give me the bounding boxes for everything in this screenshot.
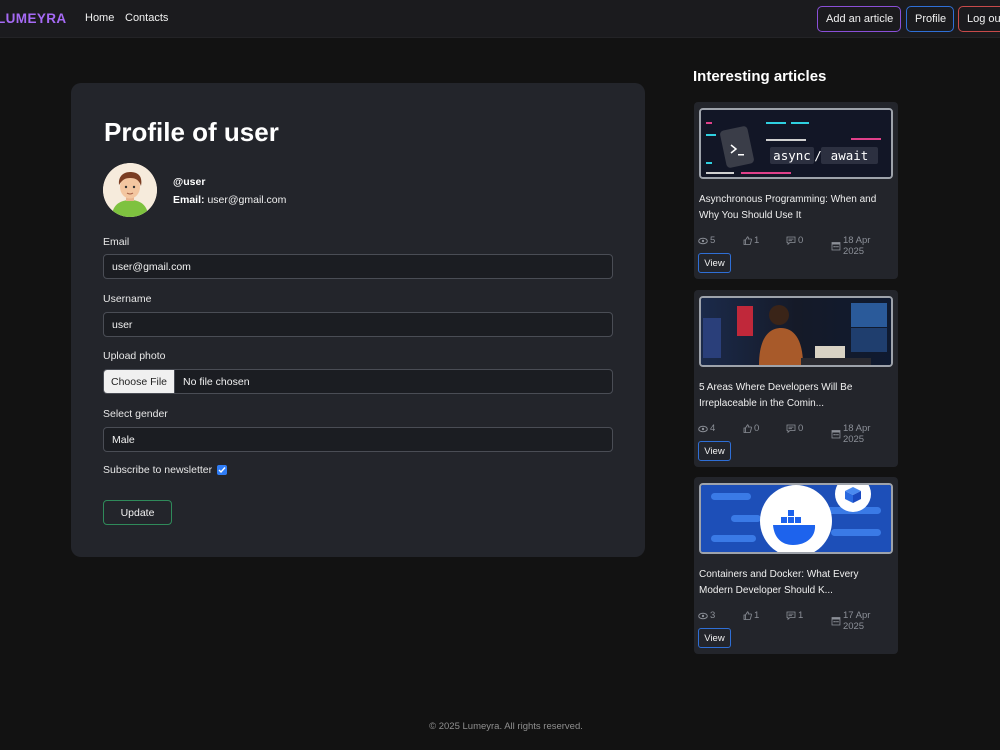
calendar-icon [831, 617, 841, 626]
likes-value: 1 [754, 235, 760, 246]
newsletter-row: Subscribe to newsletter [103, 464, 228, 476]
user-email-line: Email: user@gmail.com [173, 194, 286, 206]
comments-value: 0 [798, 423, 804, 434]
views-value: 3 [710, 610, 716, 621]
view-button[interactable]: View [698, 253, 731, 273]
nav-link-contacts[interactable]: Contacts [125, 12, 168, 24]
views-count: 4 [698, 423, 715, 434]
thumbs-up-icon [743, 424, 752, 433]
user-email-label: Email: [173, 194, 205, 206]
article-thumbnail[interactable] [699, 296, 893, 367]
view-button[interactable]: View [698, 441, 731, 461]
date: 17 Apr 2025 [831, 610, 894, 632]
brand-logo[interactable]: LUMEYRA [0, 11, 67, 26]
add-article-button[interactable]: Add an article [817, 6, 901, 32]
file-status: No file chosen [183, 375, 250, 388]
thumb-word-await: await [830, 148, 869, 163]
choose-file-button[interactable]: Choose File [104, 370, 175, 393]
avatar [103, 163, 157, 217]
profile-button[interactable]: Profile [906, 6, 954, 32]
username-field-value: user [112, 318, 133, 331]
calendar-icon [831, 242, 841, 251]
article-card: async / await Asynchronous Programming: … [694, 102, 898, 279]
comments-value: 1 [798, 610, 804, 621]
thumbs-up-icon [743, 611, 752, 620]
newsletter-checkbox[interactable] [217, 465, 228, 475]
upload-photo-input[interactable]: Choose File No file chosen [103, 369, 613, 394]
views-count: 5 [698, 235, 715, 246]
page-title: Profile of user [104, 117, 279, 147]
eye-icon [698, 425, 708, 432]
article-thumbnail[interactable] [699, 483, 893, 554]
comments-value: 0 [798, 235, 804, 246]
docker-whale-thumbnail [701, 485, 891, 552]
eye-icon [698, 612, 708, 619]
comment-icon [786, 236, 796, 245]
gender-select-value: Male [112, 433, 135, 446]
user-handle: @user [173, 176, 206, 188]
view-button[interactable]: View [698, 628, 731, 648]
comments-count: 0 [786, 235, 803, 246]
navbar: LUMEYRA Home Contacts Add an article Pro… [0, 0, 1000, 38]
gender-select-label: Select gender [103, 408, 168, 420]
update-button[interactable]: Update [103, 500, 172, 525]
article-title[interactable]: 5 Areas Where Developers Will Be Irrepla… [699, 380, 895, 412]
eye-icon [698, 237, 708, 244]
upload-photo-label: Upload photo [103, 350, 166, 362]
likes-value: 0 [754, 423, 760, 434]
article-card: 5 Areas Where Developers Will Be Irrepla… [694, 290, 898, 467]
likes-count[interactable]: 1 [743, 235, 759, 246]
email-field-label: Email [103, 236, 130, 248]
likes-value: 1 [754, 610, 760, 621]
comments-count: 1 [786, 610, 803, 621]
views-count: 3 [698, 610, 715, 621]
article-title[interactable]: Asynchronous Programming: When and Why Y… [699, 192, 895, 224]
email-field[interactable]: user@gmail.com [103, 254, 613, 279]
date: 18 Apr 2025 [831, 235, 894, 257]
article-meta: 3 1 1 17 Apr 2025 [698, 610, 894, 632]
comments-count: 0 [786, 423, 803, 434]
user-email-value: user@gmail.com [207, 194, 287, 206]
async-await-thumbnail [701, 110, 891, 177]
logout-button[interactable]: Log out [958, 6, 1000, 32]
footer: © 2025 Lumeyra. All rights reserved. [429, 721, 583, 732]
article-meta: 5 1 0 18 Apr 2025 [698, 235, 894, 257]
newsletter-label: Subscribe to newsletter [103, 464, 213, 476]
developer-at-desk-thumbnail [701, 298, 891, 365]
username-field[interactable]: user [103, 312, 613, 337]
nav-link-home[interactable]: Home [85, 12, 114, 24]
article-thumbnail[interactable]: async / await [699, 108, 893, 179]
gender-select[interactable]: Male [103, 427, 613, 452]
comment-icon [786, 611, 796, 620]
profile-card: Profile of user @user Email: user@gmail.… [71, 83, 645, 557]
username-field-label: Username [103, 293, 152, 305]
calendar-icon [831, 430, 841, 439]
article-card: Containers and Docker: What Every Modern… [694, 477, 898, 654]
sidebar-title: Interesting articles [693, 68, 827, 85]
check-icon [218, 467, 226, 474]
likes-count[interactable]: 0 [743, 423, 759, 434]
thumbs-up-icon [743, 236, 752, 245]
article-title[interactable]: Containers and Docker: What Every Modern… [699, 567, 895, 599]
date-value: 17 Apr 2025 [842, 610, 871, 632]
likes-count[interactable]: 1 [743, 610, 759, 621]
thumb-word-async: async [773, 148, 811, 163]
date: 18 Apr 2025 [831, 423, 894, 445]
article-meta: 4 0 0 18 Apr 2025 [698, 423, 894, 445]
date-value: 18 Apr 2025 [842, 423, 871, 445]
views-value: 4 [710, 423, 716, 434]
date-value: 18 Apr 2025 [842, 235, 871, 257]
comment-icon [786, 424, 796, 433]
views-value: 5 [710, 235, 716, 246]
email-field-value: user@gmail.com [112, 260, 191, 273]
